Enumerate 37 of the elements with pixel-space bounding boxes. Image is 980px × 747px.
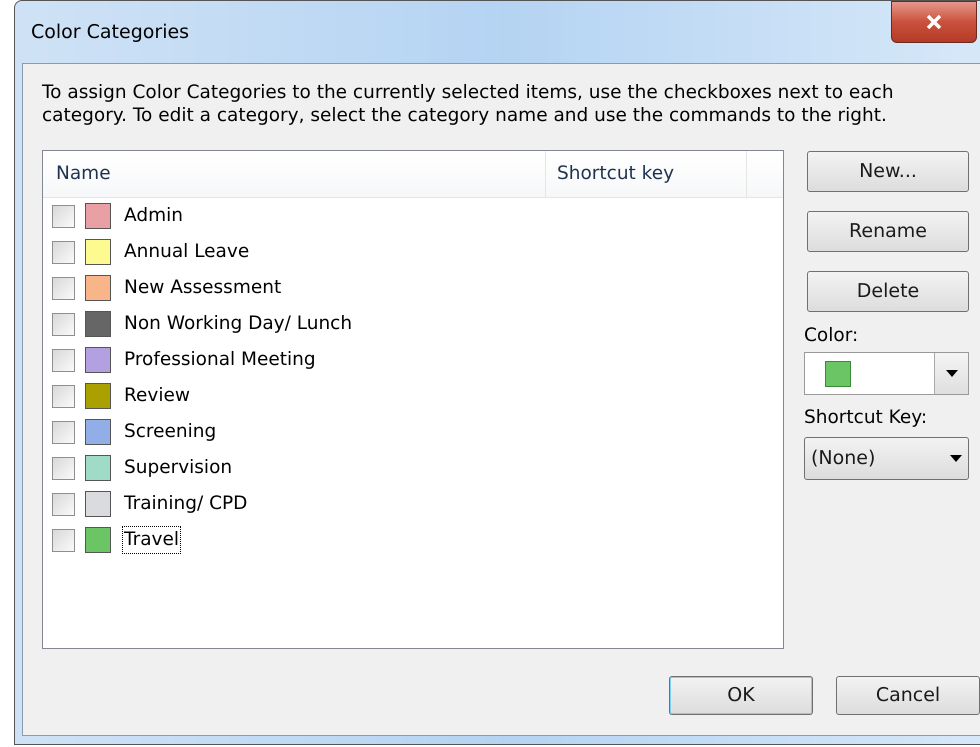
shortcut-key-label: Shortcut Key:: [804, 406, 928, 430]
instructions-text: To assign Color Categories to the currently selected items, use the checkboxes next to each category. To edit a category, select the category name and use the commands to the right.: [42, 81, 895, 127]
checkbox[interactable]: [52, 204, 75, 228]
checkbox[interactable]: [52, 276, 75, 300]
shortcut-key-dropdown[interactable]: (None): [804, 437, 969, 480]
checkbox[interactable]: [52, 528, 75, 552]
checkbox[interactable]: [52, 348, 75, 372]
checkbox[interactable]: [52, 312, 75, 336]
column-header[interactable]: Name: [43, 151, 546, 197]
category-name[interactable]: Review: [123, 383, 192, 409]
category-name[interactable]: Annual Leave: [123, 239, 250, 265]
category-name[interactable]: Training/ CPD: [123, 491, 248, 517]
category-name[interactable]: Screening: [123, 419, 218, 445]
dialog-button[interactable]: Cancel: [836, 676, 980, 715]
category-name[interactable]: Non Working Day/ Lunch: [123, 311, 354, 337]
close-button[interactable]: [891, 1, 977, 43]
column-header[interactable]: Shortcut key: [546, 151, 747, 197]
color-label: Color:: [804, 324, 860, 348]
category-name[interactable]: Professional Meeting: [123, 347, 317, 373]
category-name[interactable]: Admin: [123, 203, 184, 229]
checkbox[interactable]: [52, 492, 75, 516]
close-icon: [926, 15, 942, 29]
action-button[interactable]: Delete: [807, 271, 969, 312]
caret-icon: [946, 370, 958, 377]
checkbox[interactable]: [52, 240, 75, 264]
category-name[interactable]: New Assessment: [123, 275, 282, 301]
checkbox[interactable]: [52, 384, 75, 408]
checkbox[interactable]: [52, 456, 75, 480]
category-name[interactable]: Supervision: [123, 455, 234, 481]
window-title: Color Categories: [31, 20, 190, 45]
action-button[interactable]: New...: [807, 151, 969, 192]
checkbox[interactable]: [52, 420, 75, 444]
category-name[interactable]: Travel: [123, 527, 180, 553]
color-dropdown[interactable]: [804, 352, 969, 395]
dialog-button[interactable]: OK: [669, 676, 813, 715]
caret-icon: [950, 455, 962, 462]
action-button[interactable]: Rename: [807, 211, 969, 252]
